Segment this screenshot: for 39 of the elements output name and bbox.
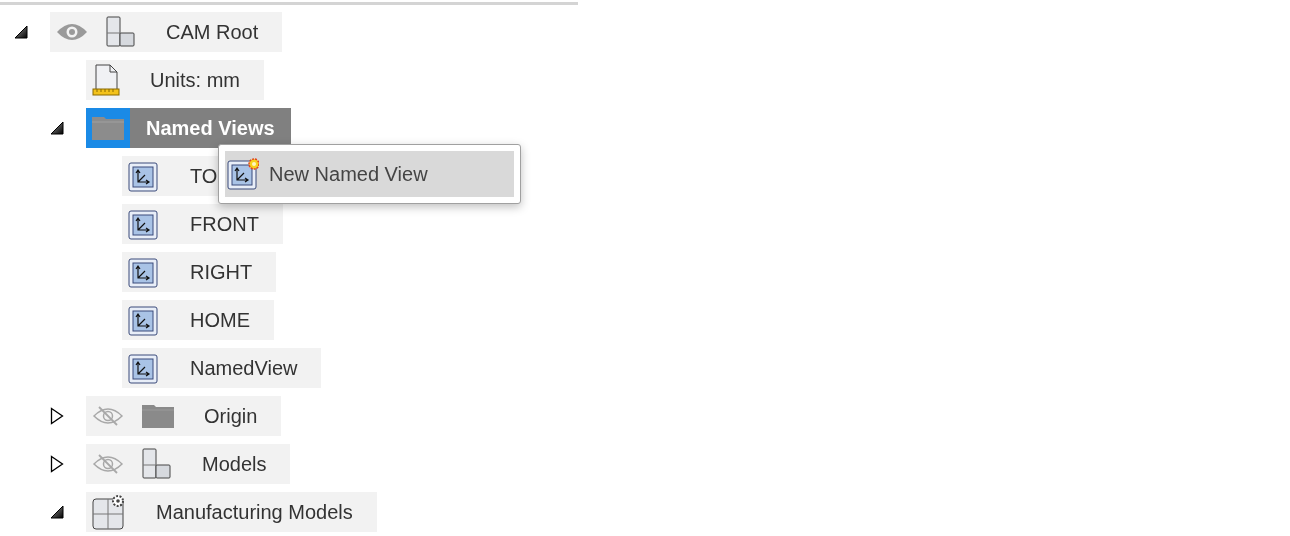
tree-item[interactable]: HOME [122,300,274,340]
view-axes-icon [128,256,160,288]
tree-item-label: HOME [190,308,250,333]
tree-item[interactable]: Units: mm [86,60,264,100]
expanded-triangle-icon[interactable] [50,121,64,135]
tree-item[interactable]: Models [86,444,291,484]
tree-item[interactable]: FRONT [122,204,283,244]
tree-item[interactable]: Origin [86,396,282,436]
view-axes-icon [128,304,160,336]
collapsed-triangle-icon[interactable] [50,407,64,425]
tree-item-label: Manufacturing Models [156,500,353,525]
view-axes-icon [128,160,160,192]
view-axes-icon [128,208,160,240]
blocks-icon [106,16,136,48]
new-view-axes-icon [227,158,259,190]
tree-item-label: Units: mm [150,68,240,93]
tree-item-label: NamedView [190,356,298,381]
folder-icon [142,404,174,428]
tree-item-label: Models [202,452,267,477]
tree-item-label: TO [190,164,218,189]
view-axes-icon [128,352,160,384]
blocks-gear-icon [92,494,126,530]
tree-item[interactable]: RIGHT [122,252,277,292]
tree-item-label: Named Views [130,108,291,148]
tree-item-label: RIGHT [190,260,253,285]
blocks-icon [142,448,172,480]
tree-item-label: Origin [204,404,258,429]
tree-item[interactable]: CAM Root [50,12,283,52]
tree-item[interactable]: Named Views [86,108,291,148]
document-ruler-icon [92,64,120,96]
tree-item-label: FRONT [190,212,259,237]
menu-item[interactable]: New Named View [225,151,514,197]
tree-item[interactable]: NamedView [122,348,322,388]
collapsed-triangle-icon[interactable] [50,455,64,473]
folder-icon [92,116,124,140]
tree-item-label: CAM Root [166,20,259,45]
tree-item[interactable]: Manufacturing Models [86,492,377,532]
expanded-triangle-icon[interactable] [50,505,64,519]
expanded-triangle-icon[interactable] [14,25,28,39]
